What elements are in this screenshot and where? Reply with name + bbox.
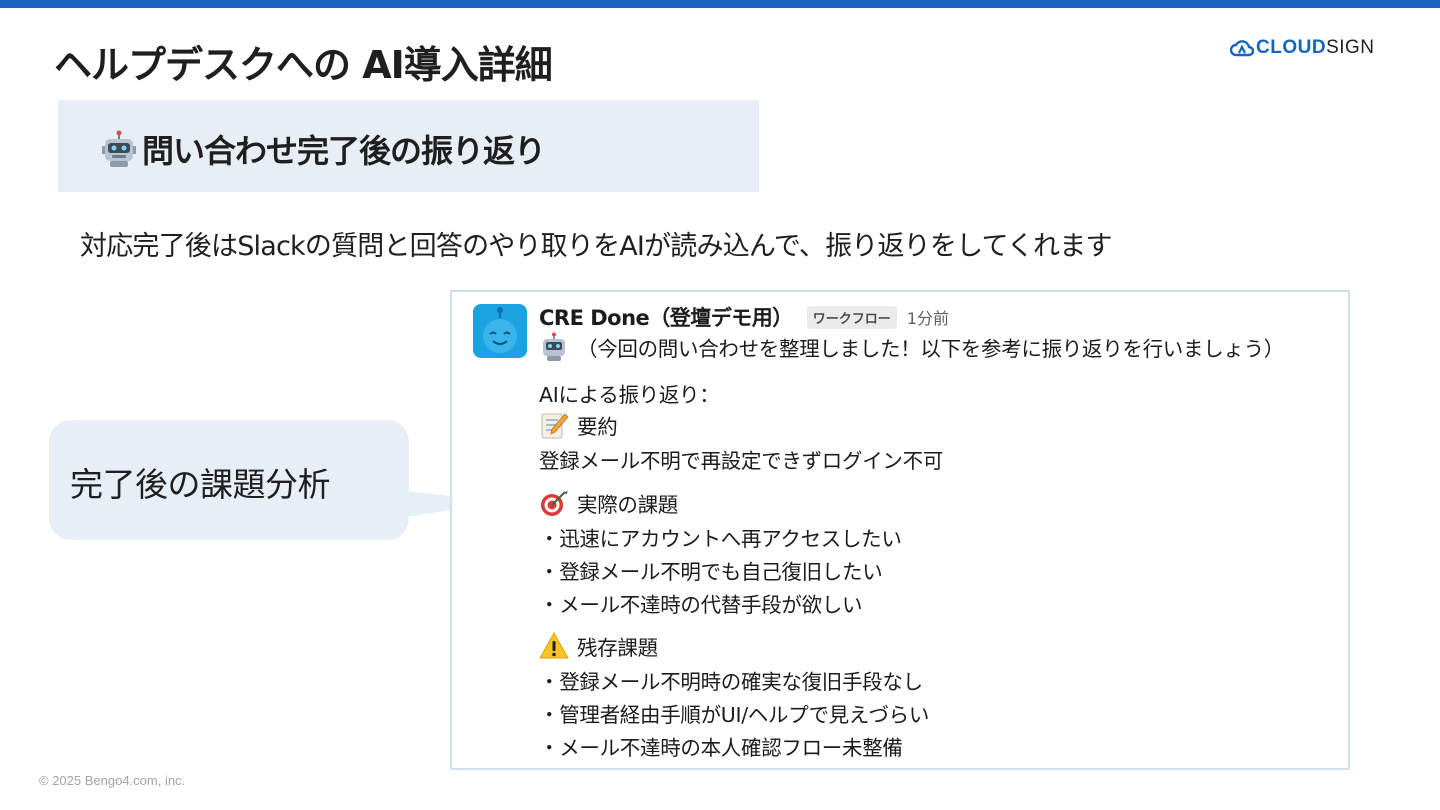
- issue-item: ・メール不達時の代替手段が欲しい: [539, 593, 863, 617]
- slide-title: ヘルプデスクへの AI導入詳細: [54, 43, 553, 87]
- section-title-text: 問い合わせ完了後の振り返り: [142, 132, 546, 170]
- section-title: 問い合わせ完了後の振り返り: [100, 126, 546, 172]
- logo-text-sign: SIGN: [1326, 37, 1375, 58]
- callout-text: 完了後の課題分析: [70, 465, 331, 504]
- copyright-footer: © 2025 Bengo4.com, inc.: [39, 773, 186, 788]
- robot-icon: [543, 332, 565, 361]
- top-accent-bar: [0, 0, 1440, 8]
- intro-text: （今回の問い合わせを整理しました！以下を参考に振り返りを行いましょう）: [577, 337, 1284, 361]
- sender-name[interactable]: CRE Done（登壇デモ用）: [539, 302, 793, 332]
- message-timestamp[interactable]: 1分前: [907, 305, 949, 329]
- warning-icon: [539, 631, 569, 659]
- bot-avatar[interactable]: [473, 304, 527, 358]
- message-header: CRE Done（登壇デモ用） ワークフロー 1分前: [539, 302, 949, 332]
- target-icon: [541, 491, 568, 516]
- review-heading: AIによる振り返り：: [539, 383, 720, 407]
- logo-text-cloud: CLOUD: [1256, 37, 1327, 58]
- workflow-badge: ワークフロー: [806, 305, 897, 329]
- issue-item: ・迅速にアカウントへ再アクセスしたい: [539, 527, 902, 551]
- remaining-label: 残存課題: [577, 636, 658, 660]
- summary-label: 要約: [577, 415, 618, 439]
- robot-icon: [102, 130, 136, 167]
- summary-label-row: 要約: [539, 410, 618, 440]
- issue-item: ・登録メール不明でも自己復旧したい: [539, 560, 883, 584]
- remaining-item: ・管理者経由手順がUI/ヘルプで見えづらい: [539, 703, 930, 727]
- remaining-label-row: 残存課題: [539, 631, 658, 661]
- remaining-item: ・登録メール不明時の確実な復旧手段なし: [539, 670, 923, 694]
- cloud-logo-icon: [1230, 40, 1254, 57]
- remaining-item: ・メール不達時の本人確認フロー未整備: [539, 736, 903, 760]
- memo-icon: [541, 413, 569, 439]
- cloudsign-logo: CLOUD SIGN: [1230, 36, 1375, 60]
- issues-label-row: 実際の課題: [539, 488, 678, 518]
- bot-face-icon: [483, 307, 517, 353]
- summary-text: 登録メール不明で再設定できずログイン不可: [539, 449, 943, 473]
- description-text: 対応完了後はSlackの質問と回答のやり取りをAIが読み込んで、振り返りをしてく…: [80, 231, 1112, 262]
- message-intro: （今回の問い合わせを整理しました！以下を参考に振り返りを行いましょう）: [539, 332, 1284, 362]
- issues-label: 実際の課題: [577, 493, 678, 517]
